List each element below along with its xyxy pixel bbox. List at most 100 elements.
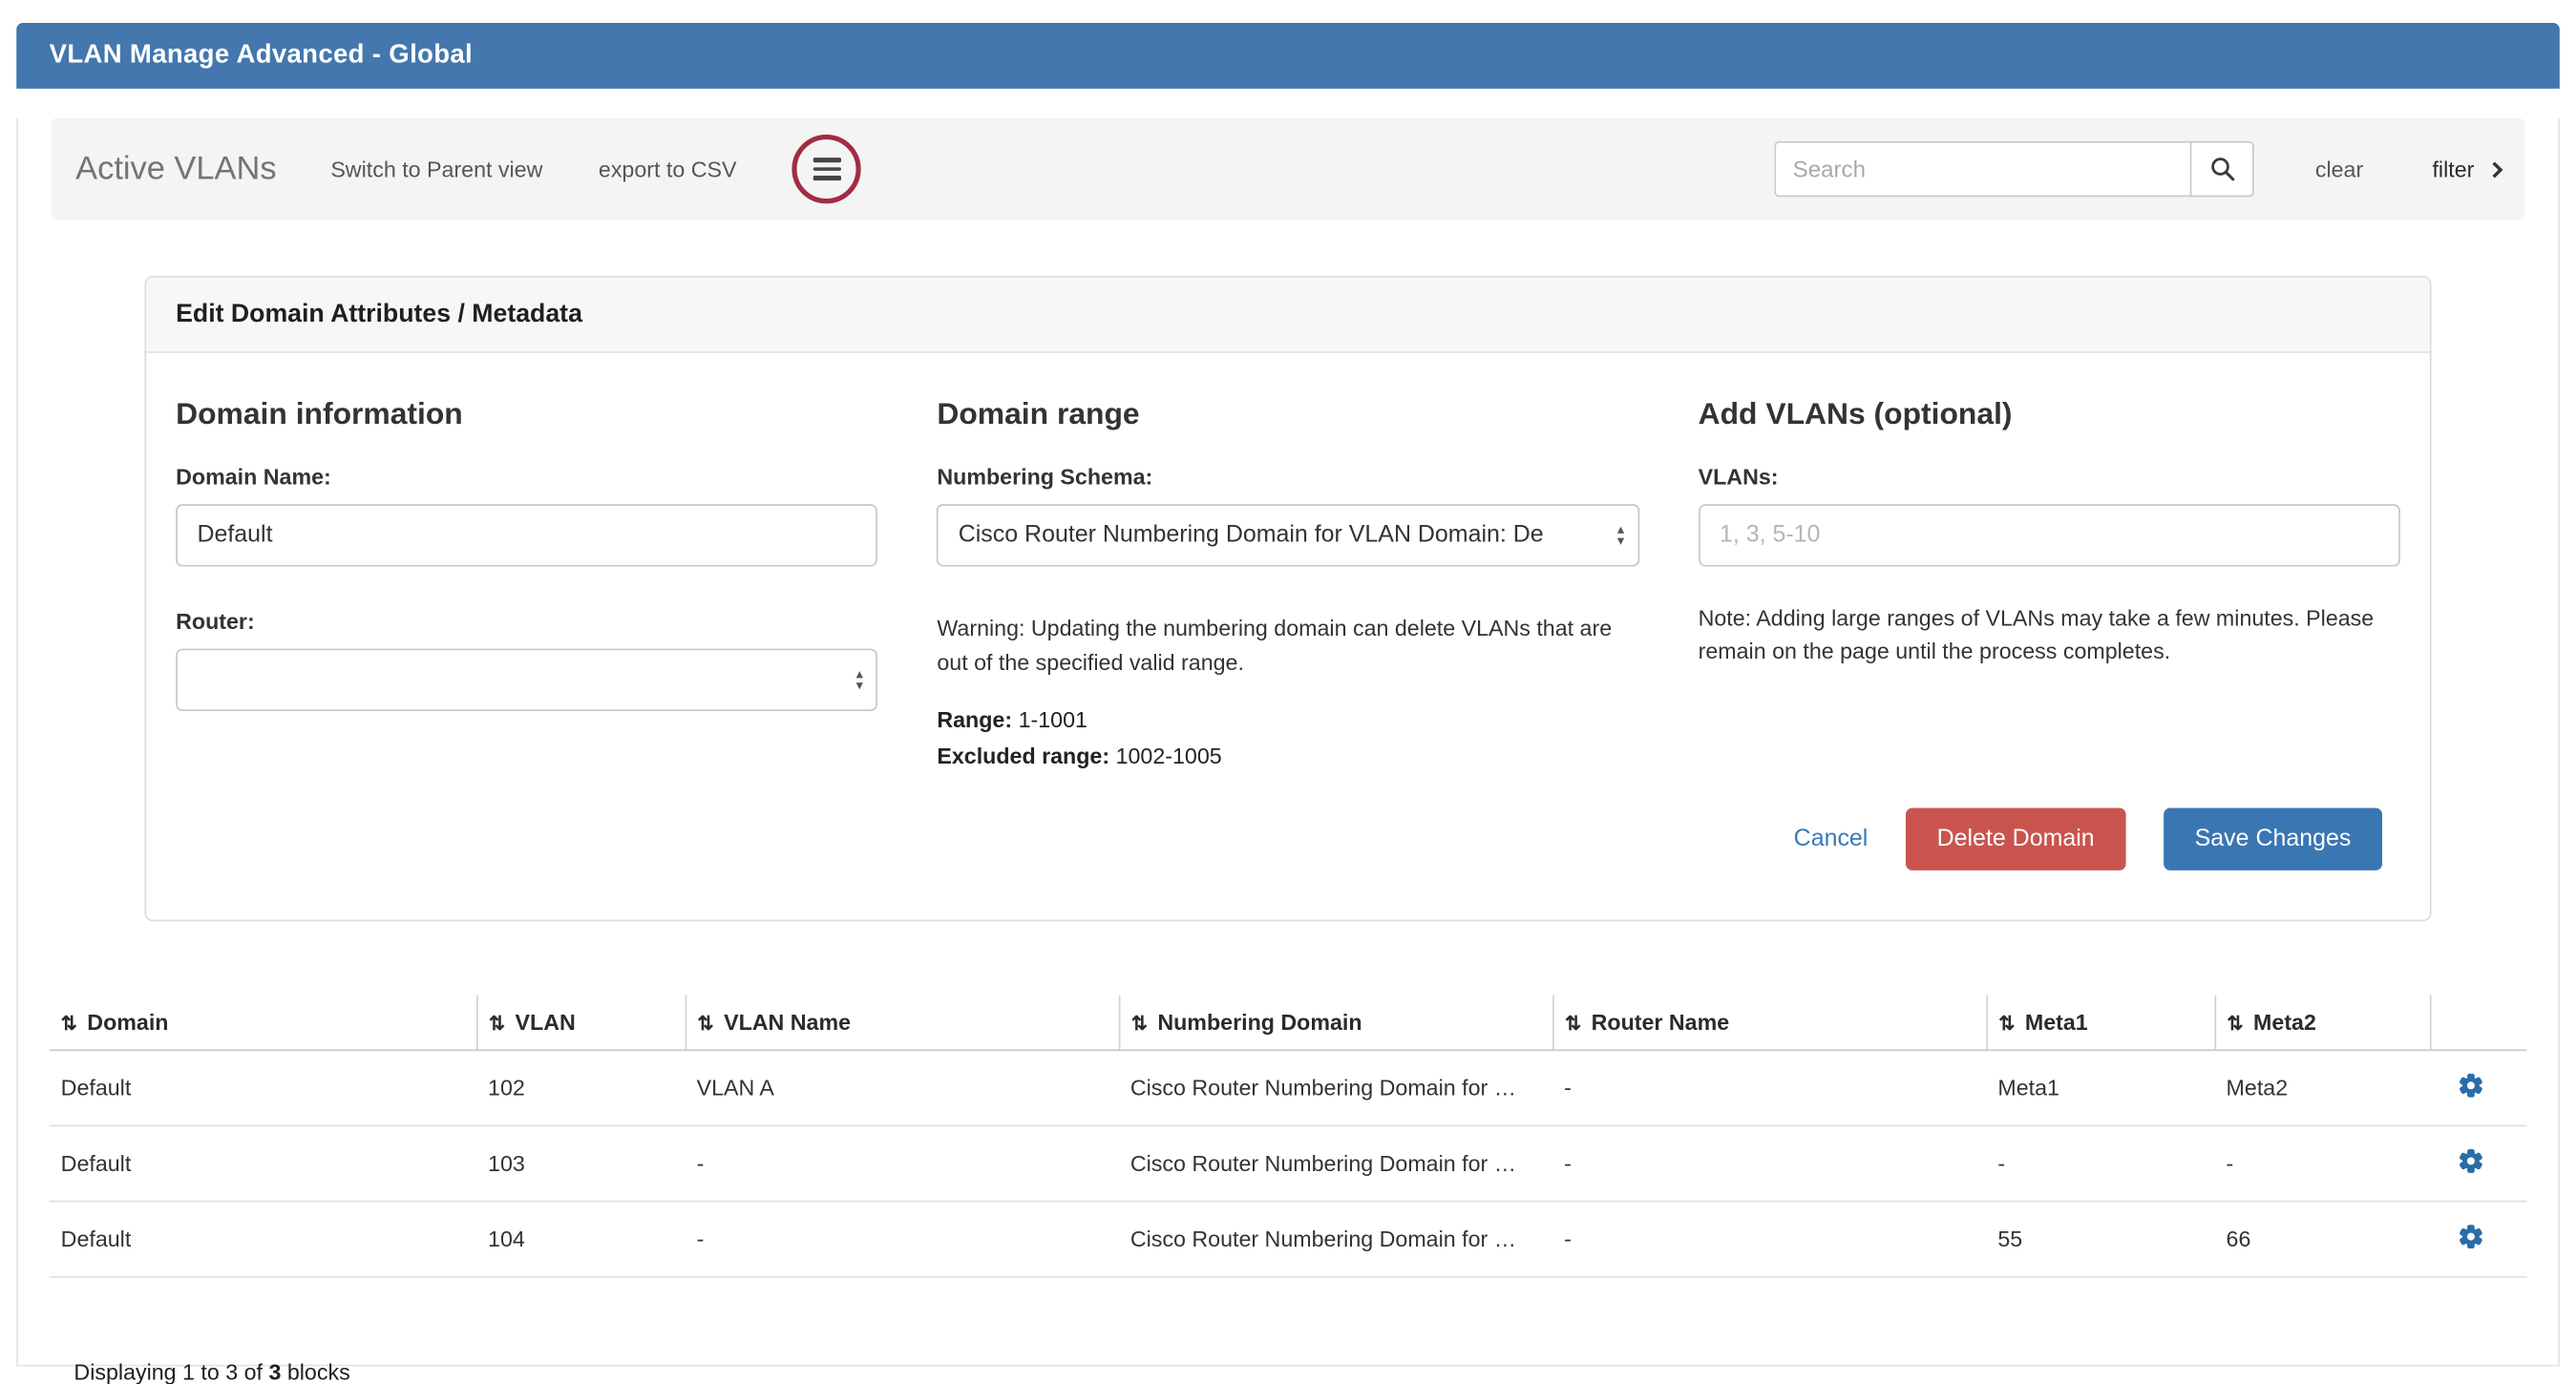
clear-search-link[interactable]: clear xyxy=(2315,157,2363,181)
excluded-range-label: Excluded range: xyxy=(937,744,1109,768)
cell-router-name: - xyxy=(1552,1202,1986,1277)
cell-vlan-name: VLAN A xyxy=(686,1050,1119,1125)
vlans-note-text: Note: Adding large ranges of VLANs may t… xyxy=(1699,602,2400,668)
summary-prefix: Displaying 1 to 3 of xyxy=(74,1360,268,1384)
gear-icon xyxy=(2458,1148,2484,1175)
toolbar: Active VLANs Switch to Parent view expor… xyxy=(51,118,2524,220)
vlan-table: ⇅Domain ⇅VLAN ⇅VLAN Name ⇅Numbering Doma… xyxy=(50,996,2527,1278)
row-settings-button[interactable] xyxy=(2458,1073,2484,1100)
add-vlans-heading: Add VLANs (optional) xyxy=(1699,396,2400,432)
content-frame: Active VLANs Switch to Parent view expor… xyxy=(16,118,2560,1367)
section-title: Active VLANs xyxy=(75,150,276,188)
table-header-row: ⇅Domain ⇅VLAN ⇅VLAN Name ⇅Numbering Doma… xyxy=(50,996,2527,1051)
sort-icon: ⇅ xyxy=(61,1012,77,1035)
cell-meta1: Meta1 xyxy=(1986,1050,2214,1125)
gear-icon xyxy=(2458,1224,2484,1250)
cell-numbering-domain: Cisco Router Numbering Domain for … xyxy=(1119,1202,1552,1277)
column-header-router-name[interactable]: ⇅Router Name xyxy=(1552,996,1986,1051)
toolbar-right-group: clear filter xyxy=(1775,141,2501,198)
column-header-meta1[interactable]: ⇅Meta1 xyxy=(1986,996,2214,1051)
table-pagination-summary: Displaying 1 to 3 of 3 blocks xyxy=(74,1360,2558,1384)
panel-title: Edit Domain Attributes / Metadata xyxy=(176,301,2400,330)
domain-range-column: Domain range Numbering Schema: Cisco Rou… xyxy=(937,396,1638,769)
panel-actions: Cancel Delete Domain Save Changes xyxy=(146,768,2430,919)
cancel-button[interactable]: Cancel xyxy=(1794,826,1869,852)
vlan-table-body: Default 102 VLAN A Cisco Router Numberin… xyxy=(50,1050,2527,1276)
excluded-range-line: Excluded range: 1002-1005 xyxy=(937,744,1638,768)
excluded-range-value: 1002-1005 xyxy=(1116,744,1222,768)
domain-name-label: Domain Name: xyxy=(176,465,877,490)
sort-icon: ⇅ xyxy=(697,1012,713,1035)
cell-domain: Default xyxy=(50,1050,476,1125)
row-settings-button[interactable] xyxy=(2458,1224,2484,1250)
router-label: Router: xyxy=(176,609,877,634)
cell-vlan: 104 xyxy=(476,1202,686,1277)
page-title: VLAN Manage Advanced - Global xyxy=(50,41,473,71)
panel-header: Edit Domain Attributes / Metadata xyxy=(146,278,2430,353)
column-header-vlan[interactable]: ⇅VLAN xyxy=(476,996,686,1051)
domain-name-input[interactable] xyxy=(176,504,877,566)
filter-toggle[interactable]: filter xyxy=(2432,157,2500,181)
search-input[interactable] xyxy=(1775,141,2190,198)
row-settings-button[interactable] xyxy=(2458,1148,2484,1175)
cell-meta2: - xyxy=(2215,1125,2430,1201)
switch-to-parent-view-link[interactable]: Switch to Parent view xyxy=(330,157,542,181)
cell-meta2: Meta2 xyxy=(2215,1050,2430,1125)
cell-meta1: 55 xyxy=(1986,1202,2214,1277)
numbering-schema-label: Numbering Schema: xyxy=(937,465,1638,490)
column-header-domain[interactable]: ⇅Domain xyxy=(50,996,476,1051)
summary-count: 3 xyxy=(268,1360,281,1384)
domain-information-column: Domain information Domain Name: Router: … xyxy=(176,396,877,769)
select-arrows-icon: ▴▾ xyxy=(856,668,863,691)
magnifier-icon xyxy=(2209,156,2236,182)
cell-vlan: 102 xyxy=(476,1050,686,1125)
export-to-csv-link[interactable]: export to CSV xyxy=(599,157,737,181)
sort-icon: ⇅ xyxy=(489,1012,505,1035)
cell-domain: Default xyxy=(50,1125,476,1201)
sort-icon: ⇅ xyxy=(1998,1012,2015,1035)
gear-icon xyxy=(2458,1073,2484,1100)
cell-actions xyxy=(2430,1202,2527,1277)
range-label: Range: xyxy=(937,708,1012,733)
cell-router-name: - xyxy=(1552,1125,1986,1201)
cell-vlan-name: - xyxy=(686,1125,1119,1201)
range-value: 1-1001 xyxy=(1019,708,1087,733)
router-select[interactable]: ▴▾ xyxy=(176,649,877,711)
domain-information-heading: Domain information xyxy=(176,396,877,432)
hamburger-menu-icon xyxy=(813,157,841,182)
numbering-schema-value: Cisco Router Numbering Domain for VLAN D… xyxy=(959,522,1611,549)
cell-actions xyxy=(2430,1050,2527,1125)
search-button[interactable] xyxy=(2190,141,2254,198)
column-header-numbering-domain[interactable]: ⇅Numbering Domain xyxy=(1119,996,1552,1051)
cell-domain: Default xyxy=(50,1202,476,1277)
filter-label: filter xyxy=(2432,157,2474,181)
cell-meta2: 66 xyxy=(2215,1202,2430,1277)
add-vlans-column: Add VLANs (optional) VLANs: Note: Adding… xyxy=(1699,396,2400,769)
cell-numbering-domain: Cisco Router Numbering Domain for … xyxy=(1119,1125,1552,1201)
summary-suffix: blocks xyxy=(281,1360,349,1384)
select-arrows-icon: ▴▾ xyxy=(1617,524,1624,547)
column-header-vlan-name[interactable]: ⇅VLAN Name xyxy=(686,996,1119,1051)
numbering-schema-select[interactable]: Cisco Router Numbering Domain for VLAN D… xyxy=(937,504,1638,566)
table-row: Default 102 VLAN A Cisco Router Numberin… xyxy=(50,1050,2527,1125)
cell-vlan: 103 xyxy=(476,1125,686,1201)
cell-actions xyxy=(2430,1125,2527,1201)
cell-numbering-domain: Cisco Router Numbering Domain for … xyxy=(1119,1050,1552,1125)
chevron-right-icon xyxy=(2486,161,2502,178)
cell-meta1: - xyxy=(1986,1125,2214,1201)
vlans-label: VLANs: xyxy=(1699,465,2400,490)
cell-router-name: - xyxy=(1552,1050,1986,1125)
numbering-warning-text: Warning: Updating the numbering domain c… xyxy=(937,611,1638,680)
panel-body: Domain information Domain Name: Router: … xyxy=(146,353,2430,768)
window-title-bar: VLAN Manage Advanced - Global xyxy=(16,23,2560,89)
save-changes-button[interactable]: Save Changes xyxy=(2164,807,2382,870)
vlans-input[interactable] xyxy=(1699,504,2400,566)
delete-domain-button[interactable]: Delete Domain xyxy=(1906,807,2125,870)
table-row: Default 104 - Cisco Router Numbering Dom… xyxy=(50,1202,2527,1277)
column-header-meta2[interactable]: ⇅Meta2 xyxy=(2215,996,2430,1051)
column-menu-button[interactable] xyxy=(792,135,861,203)
sort-icon: ⇅ xyxy=(2227,1012,2243,1035)
range-line: Range: 1-1001 xyxy=(937,708,1638,733)
sort-icon: ⇅ xyxy=(1131,1012,1148,1035)
cell-vlan-name: - xyxy=(686,1202,1119,1277)
